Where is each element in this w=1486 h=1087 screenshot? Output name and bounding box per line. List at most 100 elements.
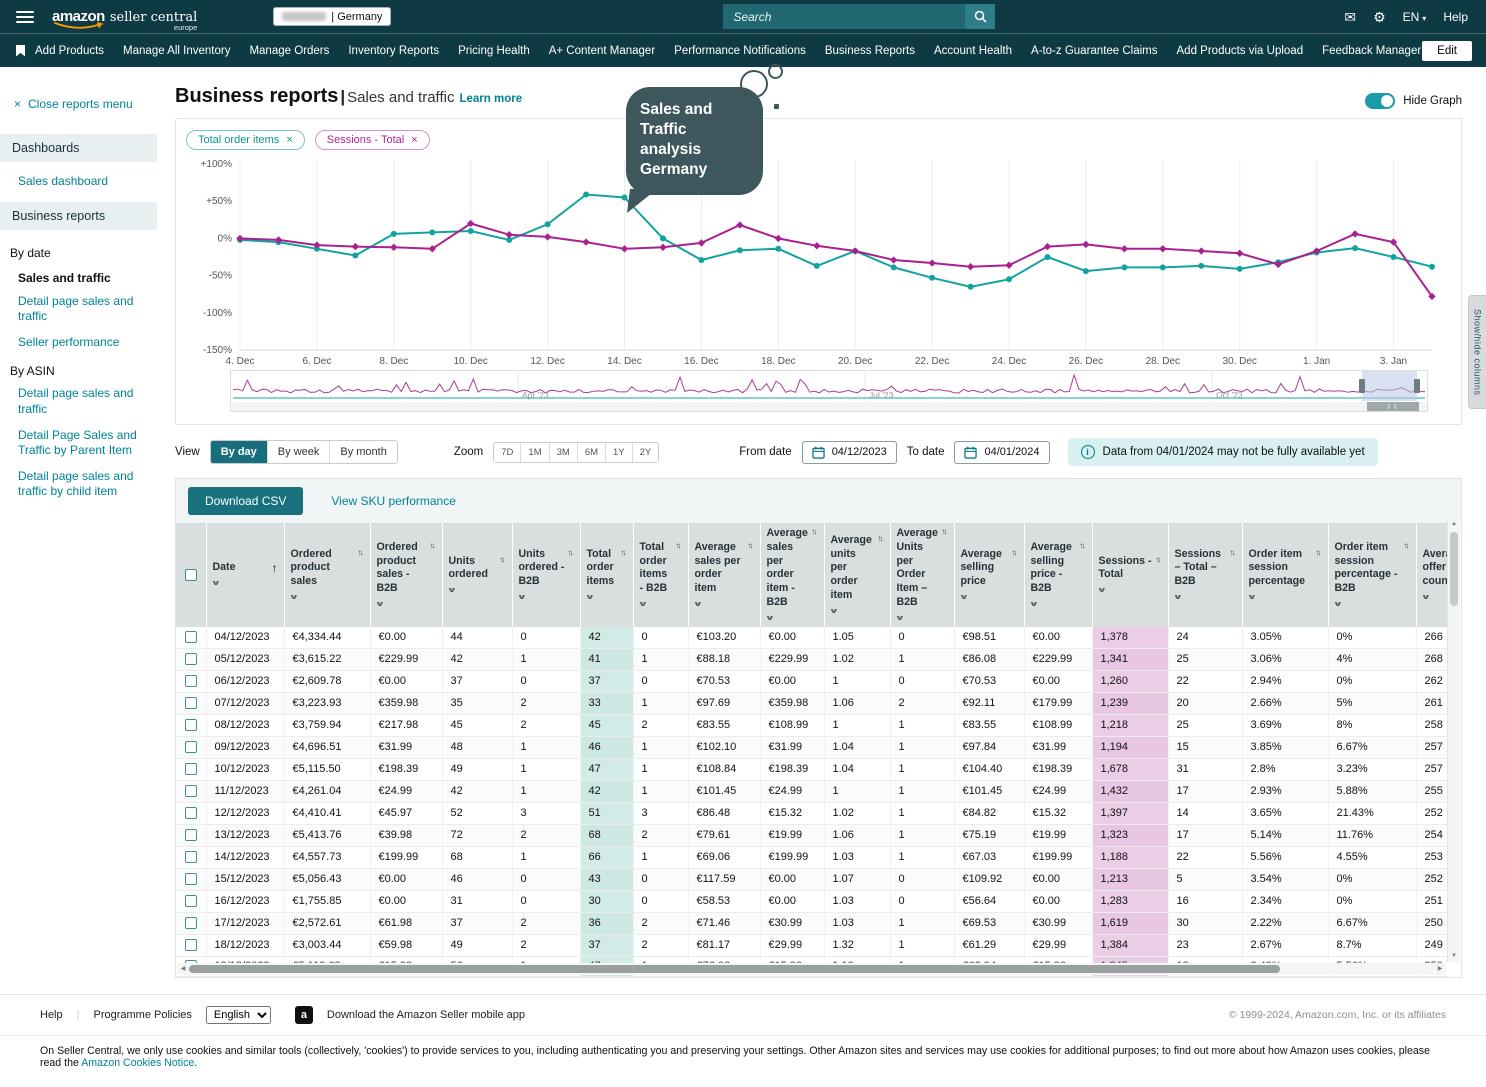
from-date-input[interactable]: 04/12/2023 [802, 441, 897, 464]
row-checkbox[interactable] [185, 785, 197, 797]
amazon-seller-central-logo[interactable]: amazon seller central europe [52, 8, 197, 25]
scroll-down-icon[interactable]: ▼ [1451, 951, 1457, 962]
remove-tag-icon[interactable]: × [286, 134, 292, 146]
column-header-average-units-per-order-item-b2b[interactable]: Average Units per Order Item – B2B↑↓∨ [890, 523, 954, 627]
row-checkbox[interactable] [185, 631, 197, 643]
filter-chevron-icon[interactable]: ∨ [1420, 593, 1430, 601]
nav-item-manage-all-inventory[interactable]: Manage All Inventory [123, 45, 230, 57]
row-checkbox[interactable] [185, 807, 197, 819]
column-header-units-ordered-b2b[interactable]: Units ordered - B2B↑↓∨ [512, 523, 580, 627]
filter-chevron-icon[interactable]: ∨ [374, 600, 384, 608]
settings-gear-icon[interactable]: ⚙ [1373, 10, 1386, 24]
filter-chevron-icon[interactable]: ∨ [1028, 600, 1038, 608]
footer-help-link[interactable]: Help [40, 1009, 63, 1021]
column-header-total-order-items[interactable]: Total order items↑↓∨ [580, 523, 633, 627]
column-header-average-units-per-order-item[interactable]: Average units per order item↑↓∨ [824, 523, 890, 627]
nav-item-performance-notifications[interactable]: Performance Notifications [674, 45, 806, 57]
zoom-option-3m[interactable]: 3M [549, 443, 577, 462]
column-header-ordered-product-sales-b2b[interactable]: Ordered product sales - B2B↑↓∨ [370, 523, 442, 627]
filter-chevron-icon[interactable]: ∨ [637, 600, 647, 608]
footer-policies-link[interactable]: Programme Policies [93, 1009, 191, 1021]
filter-chevron-icon[interactable]: ∨ [958, 593, 968, 601]
edit-button[interactable]: Edit [1422, 41, 1472, 61]
sort-icon[interactable]: ↑↓ [1080, 541, 1086, 550]
nav-item-feedback-manager[interactable]: Feedback Manager [1322, 45, 1421, 57]
language-dropdown[interactable]: English [206, 1006, 271, 1024]
nav-item-add-products[interactable]: Add Products [35, 45, 104, 57]
sort-icon[interactable]: ↑↓ [1012, 548, 1018, 557]
sidebar-item-sales-dashboard[interactable]: Sales dashboard [0, 169, 157, 195]
zoom-option-1y[interactable]: 1Y [605, 443, 632, 462]
zoom-option-6m[interactable]: 6M [577, 443, 605, 462]
scroll-up-icon[interactable]: ▲ [1451, 519, 1457, 530]
filter-chevron-icon[interactable]: ∨ [210, 579, 220, 587]
sidebar-item-detail-page-sales-and-traffic[interactable]: Detail page sales and traffic [0, 289, 157, 330]
view-option-by-week[interactable]: By week [267, 441, 330, 463]
view-option-by-month[interactable]: By month [329, 441, 396, 463]
nav-item-inventory-reports[interactable]: Inventory Reports [348, 45, 439, 57]
column-header-units-ordered[interactable]: Units ordered↑↓∨ [442, 523, 512, 627]
column-header-order-item-session-percentage-b2b[interactable]: Order item session percentage - B2B↑↓∨ [1328, 523, 1416, 627]
chart-navigator[interactable]: Apr '23Jul '23Oct '23 [230, 370, 1428, 412]
column-header-order-item-session-percentage[interactable]: Order item session percentage↑↓∨ [1242, 523, 1328, 627]
sort-icon[interactable]: ↑↓ [812, 527, 818, 536]
filter-chevron-icon[interactable]: ∨ [584, 593, 594, 601]
hamburger-menu-icon[interactable] [16, 11, 34, 23]
row-checkbox[interactable] [185, 829, 197, 841]
view-option-by-day[interactable]: By day [211, 441, 267, 463]
select-all-checkbox[interactable] [176, 523, 206, 627]
to-date-input[interactable]: 04/01/2024 [954, 441, 1049, 464]
cookie-notice-link[interactable]: Amazon Cookies Notice [81, 1057, 194, 1069]
scroll-right-icon[interactable]: ▶ [1434, 965, 1446, 972]
filter-chevron-icon[interactable]: ∨ [1246, 593, 1256, 601]
sidebar-item-close-reports-menu[interactable]: ×Close reports menu [0, 91, 157, 127]
column-header-sessions-total-b2b[interactable]: Sessions – Total – B2B↑↓∨ [1168, 523, 1242, 627]
sort-icon[interactable]: ↑↓ [748, 541, 754, 550]
sidebar-item-detail-page-sales-and-traffic-by-parent-item[interactable]: Detail Page Sales and Traffic by Parent … [0, 423, 157, 464]
zoom-option-1m[interactable]: 1M [520, 443, 548, 462]
nav-item-account-health[interactable]: Account Health [934, 45, 1012, 57]
row-checkbox[interactable] [185, 873, 197, 885]
row-checkbox[interactable] [185, 851, 197, 863]
search-button[interactable] [965, 4, 995, 29]
sort-icon[interactable]: ↑↓ [1404, 541, 1410, 550]
metric-tag-sessions-total[interactable]: Sessions - Total× [315, 130, 430, 150]
learn-more-link[interactable]: Learn more [459, 93, 522, 105]
column-header-average-sales-per-order-item-b2b[interactable]: Average sales per order item - B2B↑↓∨ [760, 523, 824, 627]
hide-graph-toggle[interactable] [1365, 93, 1395, 109]
sidebar-item-business-reports[interactable]: Business reports [0, 202, 157, 230]
horizontal-scroll-thumb[interactable] [189, 965, 1280, 973]
sort-icon[interactable]: ↑↓ [358, 548, 364, 557]
filter-chevron-icon[interactable]: ∨ [1332, 600, 1342, 608]
row-checkbox[interactable] [185, 939, 197, 951]
column-header-ordered-product-sales[interactable]: Ordered product sales↑↓∨ [284, 523, 370, 627]
sort-icon[interactable]: ↑↓ [430, 541, 436, 550]
zoom-option-2y[interactable]: 2Y [632, 443, 659, 462]
column-header-total-order-items-b2b[interactable]: Total order items - B2B↑↓∨ [633, 523, 688, 627]
sidebar-item-seller-performance[interactable]: Seller performance [0, 330, 157, 356]
filter-chevron-icon[interactable]: ∨ [1096, 586, 1106, 594]
sort-icon[interactable]: ↑↓ [568, 548, 574, 557]
sidebar-item-sales-and-traffic[interactable]: Sales and traffic [0, 263, 157, 289]
filter-chevron-icon[interactable]: ∨ [764, 614, 774, 622]
row-checkbox[interactable] [185, 675, 197, 687]
filter-chevron-icon[interactable]: ∨ [828, 607, 838, 615]
column-header-average-selling-price[interactable]: Average selling price↑↓∨ [954, 523, 1024, 627]
search-input[interactable] [723, 4, 965, 29]
account-marketplace-selector[interactable]: | Germany [273, 7, 391, 26]
filter-chevron-icon[interactable]: ∨ [1172, 593, 1182, 601]
row-checkbox[interactable] [185, 719, 197, 731]
sort-icon[interactable]: ↑↓ [1156, 555, 1162, 564]
language-selector[interactable]: EN▾ [1403, 10, 1427, 24]
row-checkbox[interactable] [185, 917, 197, 929]
vertical-scrollbar[interactable]: ▲ ▼ [1447, 519, 1460, 962]
sort-icon[interactable]: ↑↓ [621, 548, 627, 557]
sort-icon[interactable]: ↑↓ [1230, 548, 1236, 557]
sort-ascending-icon[interactable]: ↑ [272, 561, 278, 575]
nav-item-a-to-z-guarantee-claims[interactable]: A-to-z Guarantee Claims [1031, 45, 1158, 57]
messages-envelope-icon[interactable]: ✉ [1344, 10, 1356, 24]
row-checkbox[interactable] [185, 895, 197, 907]
nav-item-business-reports[interactable]: Business Reports [825, 45, 915, 57]
show-hide-columns-tab[interactable]: Show/hide columns [1468, 295, 1486, 409]
filter-chevron-icon[interactable]: ∨ [446, 586, 456, 594]
